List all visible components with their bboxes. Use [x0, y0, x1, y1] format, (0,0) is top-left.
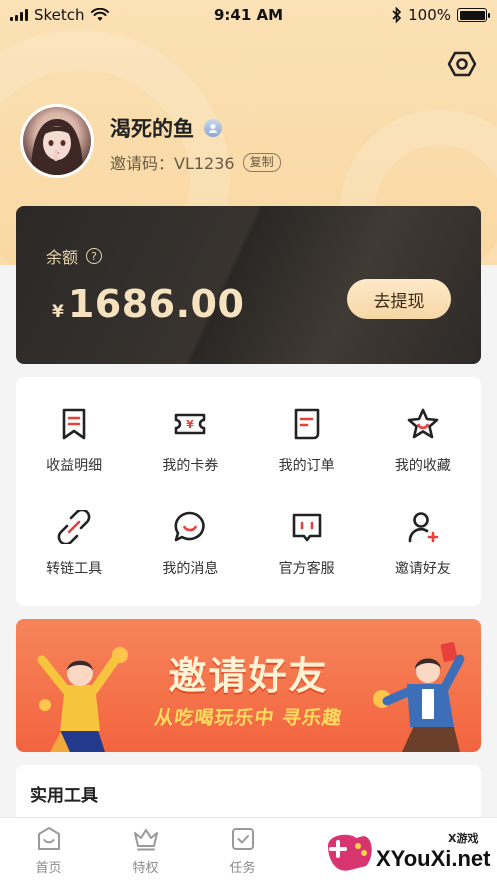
watermark-small-text: X游戏 — [448, 832, 479, 845]
link-icon — [57, 510, 91, 545]
menu-item-link-tool[interactable]: 转链工具 — [16, 493, 132, 597]
menu-item-favorites[interactable]: 我的收藏 — [365, 389, 481, 493]
tab-label: 首页 — [35, 861, 62, 876]
chat-icon — [174, 511, 206, 542]
menu-label: 我的收藏 — [394, 457, 451, 474]
excited-person-illustration — [373, 642, 465, 752]
vip-badge-icon — [204, 119, 222, 137]
battery-percent: 100% — [408, 6, 451, 24]
balance-label-row: 余额 ? — [46, 244, 103, 268]
settings-hex-icon — [447, 51, 477, 77]
ticket-icon: ¥ — [175, 413, 206, 435]
feature-menu: 收益明细 ¥ 我的卡券 我的订单 我的收藏 转链工具 我的消息 官方客服 邀请好… — [16, 377, 481, 606]
watermark-domain: XYouXi.net — [376, 846, 491, 871]
menu-item-coupons[interactable]: ¥ 我的卡券 — [132, 389, 248, 493]
battery-icon — [457, 8, 490, 22]
menu-label: 转链工具 — [46, 561, 103, 578]
menu-label: 邀请好友 — [394, 561, 451, 578]
tab-label: 任务 — [229, 861, 256, 876]
currency-symbol: ¥ — [52, 302, 64, 322]
task-icon — [231, 828, 254, 850]
gamepad-logo-icon — [328, 834, 372, 871]
balance-value: 1686.00 — [67, 282, 245, 326]
tab-home[interactable]: 首页 — [0, 818, 97, 883]
menu-item-earnings[interactable]: 收益明细 — [16, 389, 132, 493]
home-icon — [37, 827, 60, 850]
tab-privileges[interactable]: 特权 — [97, 818, 194, 883]
balance-amount: ¥ 1686.00 — [52, 282, 244, 326]
document-icon — [294, 408, 319, 440]
star-icon — [407, 408, 439, 439]
menu-label: 官方客服 — [278, 561, 335, 578]
status-bar: Sketch 9:41 AM 100% — [0, 0, 497, 30]
username: 渴死的鱼 — [110, 117, 194, 141]
support-icon — [292, 513, 321, 542]
menu-item-customer-service[interactable]: 官方客服 — [249, 493, 365, 597]
username-row: 渴死的鱼 — [110, 113, 222, 143]
menu-label: 我的卡券 — [162, 457, 219, 474]
invite-code-label: 邀请码：VL1236 — [110, 154, 235, 173]
menu-item-orders[interactable]: 我的订单 — [249, 389, 365, 493]
tab-label: 特权 — [132, 861, 159, 876]
menu-label: 我的订单 — [278, 457, 335, 474]
crown-icon — [133, 829, 158, 851]
carrier-label: Sketch — [34, 6, 85, 24]
status-left: Sketch — [10, 6, 109, 24]
withdraw-button[interactable]: 去提现 — [347, 279, 451, 319]
avatar[interactable] — [20, 104, 94, 178]
avatar-image — [23, 107, 91, 175]
menu-label: 我的消息 — [162, 561, 219, 578]
section-title: 实用工具 — [30, 786, 98, 806]
invite-code-value: VL1236 — [174, 154, 235, 173]
menu-item-messages[interactable]: 我的消息 — [132, 493, 248, 597]
balance-label: 余额 — [46, 248, 79, 267]
wifi-icon — [90, 8, 109, 21]
tools-section: 实用工具 — [16, 765, 481, 825]
bluetooth-icon — [392, 7, 402, 23]
settings-button[interactable] — [444, 46, 480, 82]
add-user-icon — [408, 512, 439, 543]
menu-label: 收益明细 — [46, 457, 103, 474]
status-right: 100% — [392, 6, 490, 24]
bookmark-list-icon — [62, 408, 86, 440]
watermark: X游戏 XYouXi.net — [320, 822, 497, 883]
svg-text:¥: ¥ — [187, 418, 195, 431]
menu-item-invite-friends[interactable]: 邀请好友 — [365, 493, 481, 597]
signal-icon — [10, 9, 28, 21]
help-icon[interactable]: ? — [86, 248, 103, 264]
copy-button[interactable]: 复制 — [242, 152, 281, 172]
invite-banner[interactable]: 邀请好友 从吃喝玩乐中 寻乐趣 — [16, 619, 481, 752]
invite-code-row: 邀请码：VL1236 复制 — [110, 150, 281, 174]
balance-card: 余额 ? ¥ 1686.00 去提现 — [16, 206, 481, 364]
tab-tasks[interactable]: 任务 — [194, 818, 291, 883]
